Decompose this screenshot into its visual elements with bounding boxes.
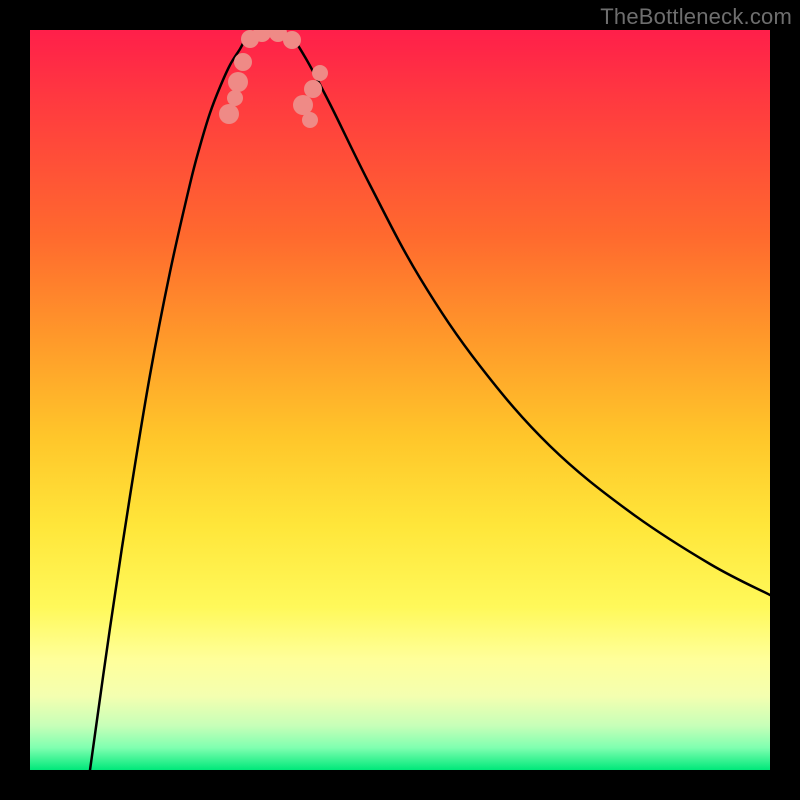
curve-marker — [302, 112, 318, 128]
curve-marker — [283, 31, 301, 49]
watermark-text: TheBottleneck.com — [600, 4, 792, 30]
curve-marker — [227, 90, 243, 106]
chart-frame — [30, 30, 770, 770]
curve-marker — [219, 104, 239, 124]
bottleneck-curve — [90, 30, 770, 770]
bottleneck-curve-chart — [30, 30, 770, 770]
curve-marker — [312, 65, 328, 81]
curve-marker — [234, 53, 252, 71]
curve-marker — [304, 80, 322, 98]
curve-marker — [228, 72, 248, 92]
optimal-zone-markers — [219, 30, 328, 128]
